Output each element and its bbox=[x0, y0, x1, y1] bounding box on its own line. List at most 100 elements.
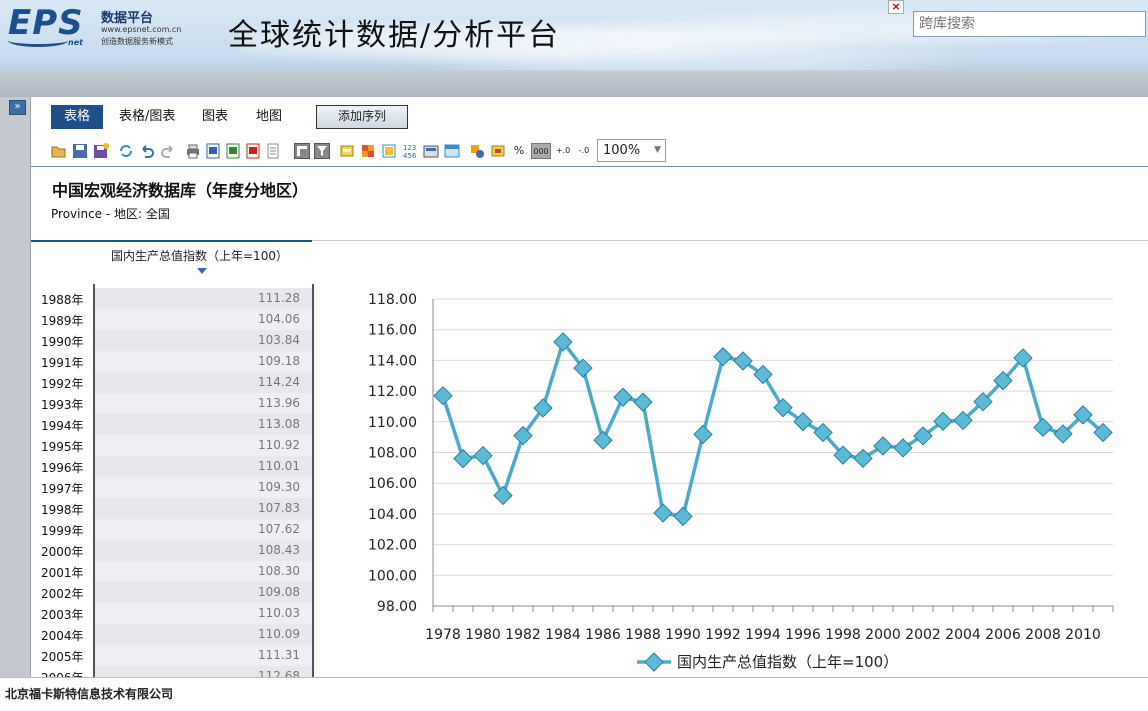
table-border-left bbox=[93, 284, 95, 679]
legend-marker bbox=[644, 652, 664, 672]
save-icon[interactable] bbox=[72, 143, 88, 159]
row-value[interactable]: 104.06 bbox=[94, 309, 312, 330]
sort-arrow-icon[interactable] bbox=[197, 268, 207, 274]
chart-settings-icon[interactable] bbox=[490, 143, 506, 159]
database-title: 中国宏观经济数据库（年度分地区） bbox=[52, 181, 309, 200]
open-icon[interactable] bbox=[51, 143, 67, 159]
color-grid-icon[interactable] bbox=[360, 143, 376, 159]
table-row: 1998年 107.83 bbox=[31, 498, 316, 519]
company-name: 北京福卡斯特信息技术有限公司 bbox=[5, 687, 174, 701]
tab-map[interactable]: 地图 bbox=[256, 105, 282, 129]
row-value[interactable]: 114.24 bbox=[94, 372, 312, 393]
expand-sidebar-button[interactable]: » bbox=[9, 100, 26, 115]
row-value[interactable]: 110.01 bbox=[94, 456, 312, 477]
data-point bbox=[433, 385, 453, 406]
export-pdf-icon[interactable] bbox=[245, 143, 261, 159]
decrease-decimal-icon[interactable]: -.0 bbox=[576, 143, 592, 159]
export-excel-icon[interactable] bbox=[225, 143, 241, 159]
data-point bbox=[893, 438, 913, 458]
y-tick-label: 102.00 bbox=[368, 538, 417, 554]
undo-icon[interactable] bbox=[139, 143, 155, 159]
print-icon[interactable] bbox=[185, 143, 201, 159]
row-value[interactable]: 111.31 bbox=[94, 645, 312, 666]
x-tick-label: 1984 bbox=[545, 627, 581, 643]
y-tick-label: 116.00 bbox=[368, 323, 417, 339]
row-value[interactable]: 103.84 bbox=[94, 330, 312, 351]
transpose-icon[interactable] bbox=[294, 143, 310, 159]
highlight-icon[interactable] bbox=[339, 143, 355, 159]
x-tick-label: 2010 bbox=[1065, 627, 1101, 643]
row-year: 1992年 bbox=[41, 377, 84, 391]
row-value[interactable]: 107.83 bbox=[94, 498, 312, 519]
row-year: 1991年 bbox=[41, 356, 84, 370]
table-row: 2005年 111.31 bbox=[31, 645, 316, 666]
row-value[interactable]: 107.62 bbox=[94, 519, 312, 540]
increase-decimal-icon[interactable]: +.0 bbox=[555, 143, 571, 159]
search-input[interactable] bbox=[913, 11, 1146, 37]
table-row: 1997年 109.30 bbox=[31, 477, 316, 498]
percent-icon[interactable]: % bbox=[511, 143, 527, 159]
row-value[interactable]: 110.92 bbox=[94, 435, 312, 456]
y-tick-label: 112.00 bbox=[368, 384, 417, 400]
table-row: 1991年 109.18 bbox=[31, 351, 316, 372]
table-row: 1993年 113.96 bbox=[31, 393, 316, 414]
row-value[interactable]: 110.09 bbox=[94, 624, 312, 645]
database-subtitle: Province - 地区: 全国 bbox=[51, 207, 170, 221]
x-tick-label: 2000 bbox=[865, 627, 901, 643]
row-value[interactable]: 111.28 bbox=[94, 288, 312, 309]
row-year: 2003年 bbox=[41, 608, 84, 622]
row-year: 1999年 bbox=[41, 524, 84, 538]
row-year: 1995年 bbox=[41, 440, 84, 454]
row-year: 1988年 bbox=[41, 293, 84, 307]
tab-chart[interactable]: 图表 bbox=[202, 105, 228, 129]
x-tick-label: 1998 bbox=[825, 627, 861, 643]
row-value[interactable]: 113.08 bbox=[94, 414, 312, 435]
row-year: 1989年 bbox=[41, 314, 84, 328]
number-format-icon[interactable]: 123 456 bbox=[402, 143, 418, 160]
table-row: 1996年 110.01 bbox=[31, 456, 316, 477]
row-value[interactable]: 108.30 bbox=[94, 561, 312, 582]
y-tick-label: 106.00 bbox=[368, 476, 417, 492]
sort-icon[interactable] bbox=[469, 143, 485, 159]
y-tick-label: 108.00 bbox=[368, 446, 417, 462]
row-value[interactable]: 110.03 bbox=[94, 603, 312, 624]
add-series-button[interactable]: 添加序列 bbox=[316, 105, 408, 129]
export-word-icon[interactable] bbox=[205, 143, 221, 159]
column-header[interactable]: 国内生产总值指数（上年=100） bbox=[111, 247, 288, 264]
tab-table[interactable]: 表格 bbox=[51, 105, 104, 129]
x-tick-label: 1982 bbox=[505, 627, 541, 643]
x-tick-label: 1992 bbox=[705, 627, 741, 643]
x-tick-label: 1990 bbox=[665, 627, 701, 643]
row-value[interactable]: 113.96 bbox=[94, 393, 312, 414]
table-row: 2000年 108.43 bbox=[31, 540, 316, 561]
x-tick-label: 1978 bbox=[425, 627, 461, 643]
close-icon[interactable]: × bbox=[888, 0, 904, 14]
redo-icon[interactable] bbox=[160, 143, 176, 159]
stats-icon[interactable] bbox=[381, 143, 397, 159]
tab-table-chart[interactable]: 表格/图表 bbox=[119, 105, 175, 129]
data-point bbox=[713, 347, 733, 367]
series-line bbox=[441, 340, 1105, 519]
row-value[interactable]: 109.18 bbox=[94, 351, 312, 372]
export-text-icon[interactable] bbox=[265, 143, 281, 159]
brand-name: 数据平台 bbox=[101, 11, 154, 26]
filter-icon[interactable] bbox=[314, 143, 330, 159]
y-tick-label: 118.00 bbox=[368, 292, 417, 308]
calc-icon[interactable] bbox=[423, 143, 439, 159]
zoom-select[interactable]: 100% ▼ bbox=[597, 139, 666, 162]
row-year: 1998年 bbox=[41, 503, 84, 517]
data-point bbox=[673, 506, 693, 527]
save-as-icon[interactable] bbox=[93, 143, 109, 159]
legend-label: 国内生产总值指数（上年=100） bbox=[677, 653, 898, 671]
frozen-icon[interactable] bbox=[444, 143, 460, 159]
row-year: 1993年 bbox=[41, 398, 84, 412]
thousands-icon[interactable]: 000 bbox=[531, 143, 551, 159]
table-row: 1992年 114.24 bbox=[31, 372, 316, 393]
refresh-icon[interactable] bbox=[118, 143, 134, 159]
y-tick-label: 98.00 bbox=[377, 599, 417, 615]
row-value[interactable]: 109.08 bbox=[94, 582, 312, 603]
logo-net: net bbox=[68, 38, 83, 47]
row-value[interactable]: 108.43 bbox=[94, 540, 312, 561]
brand-slogan: 创造数据服务新模式 bbox=[101, 37, 173, 46]
row-value[interactable]: 109.30 bbox=[94, 477, 312, 498]
